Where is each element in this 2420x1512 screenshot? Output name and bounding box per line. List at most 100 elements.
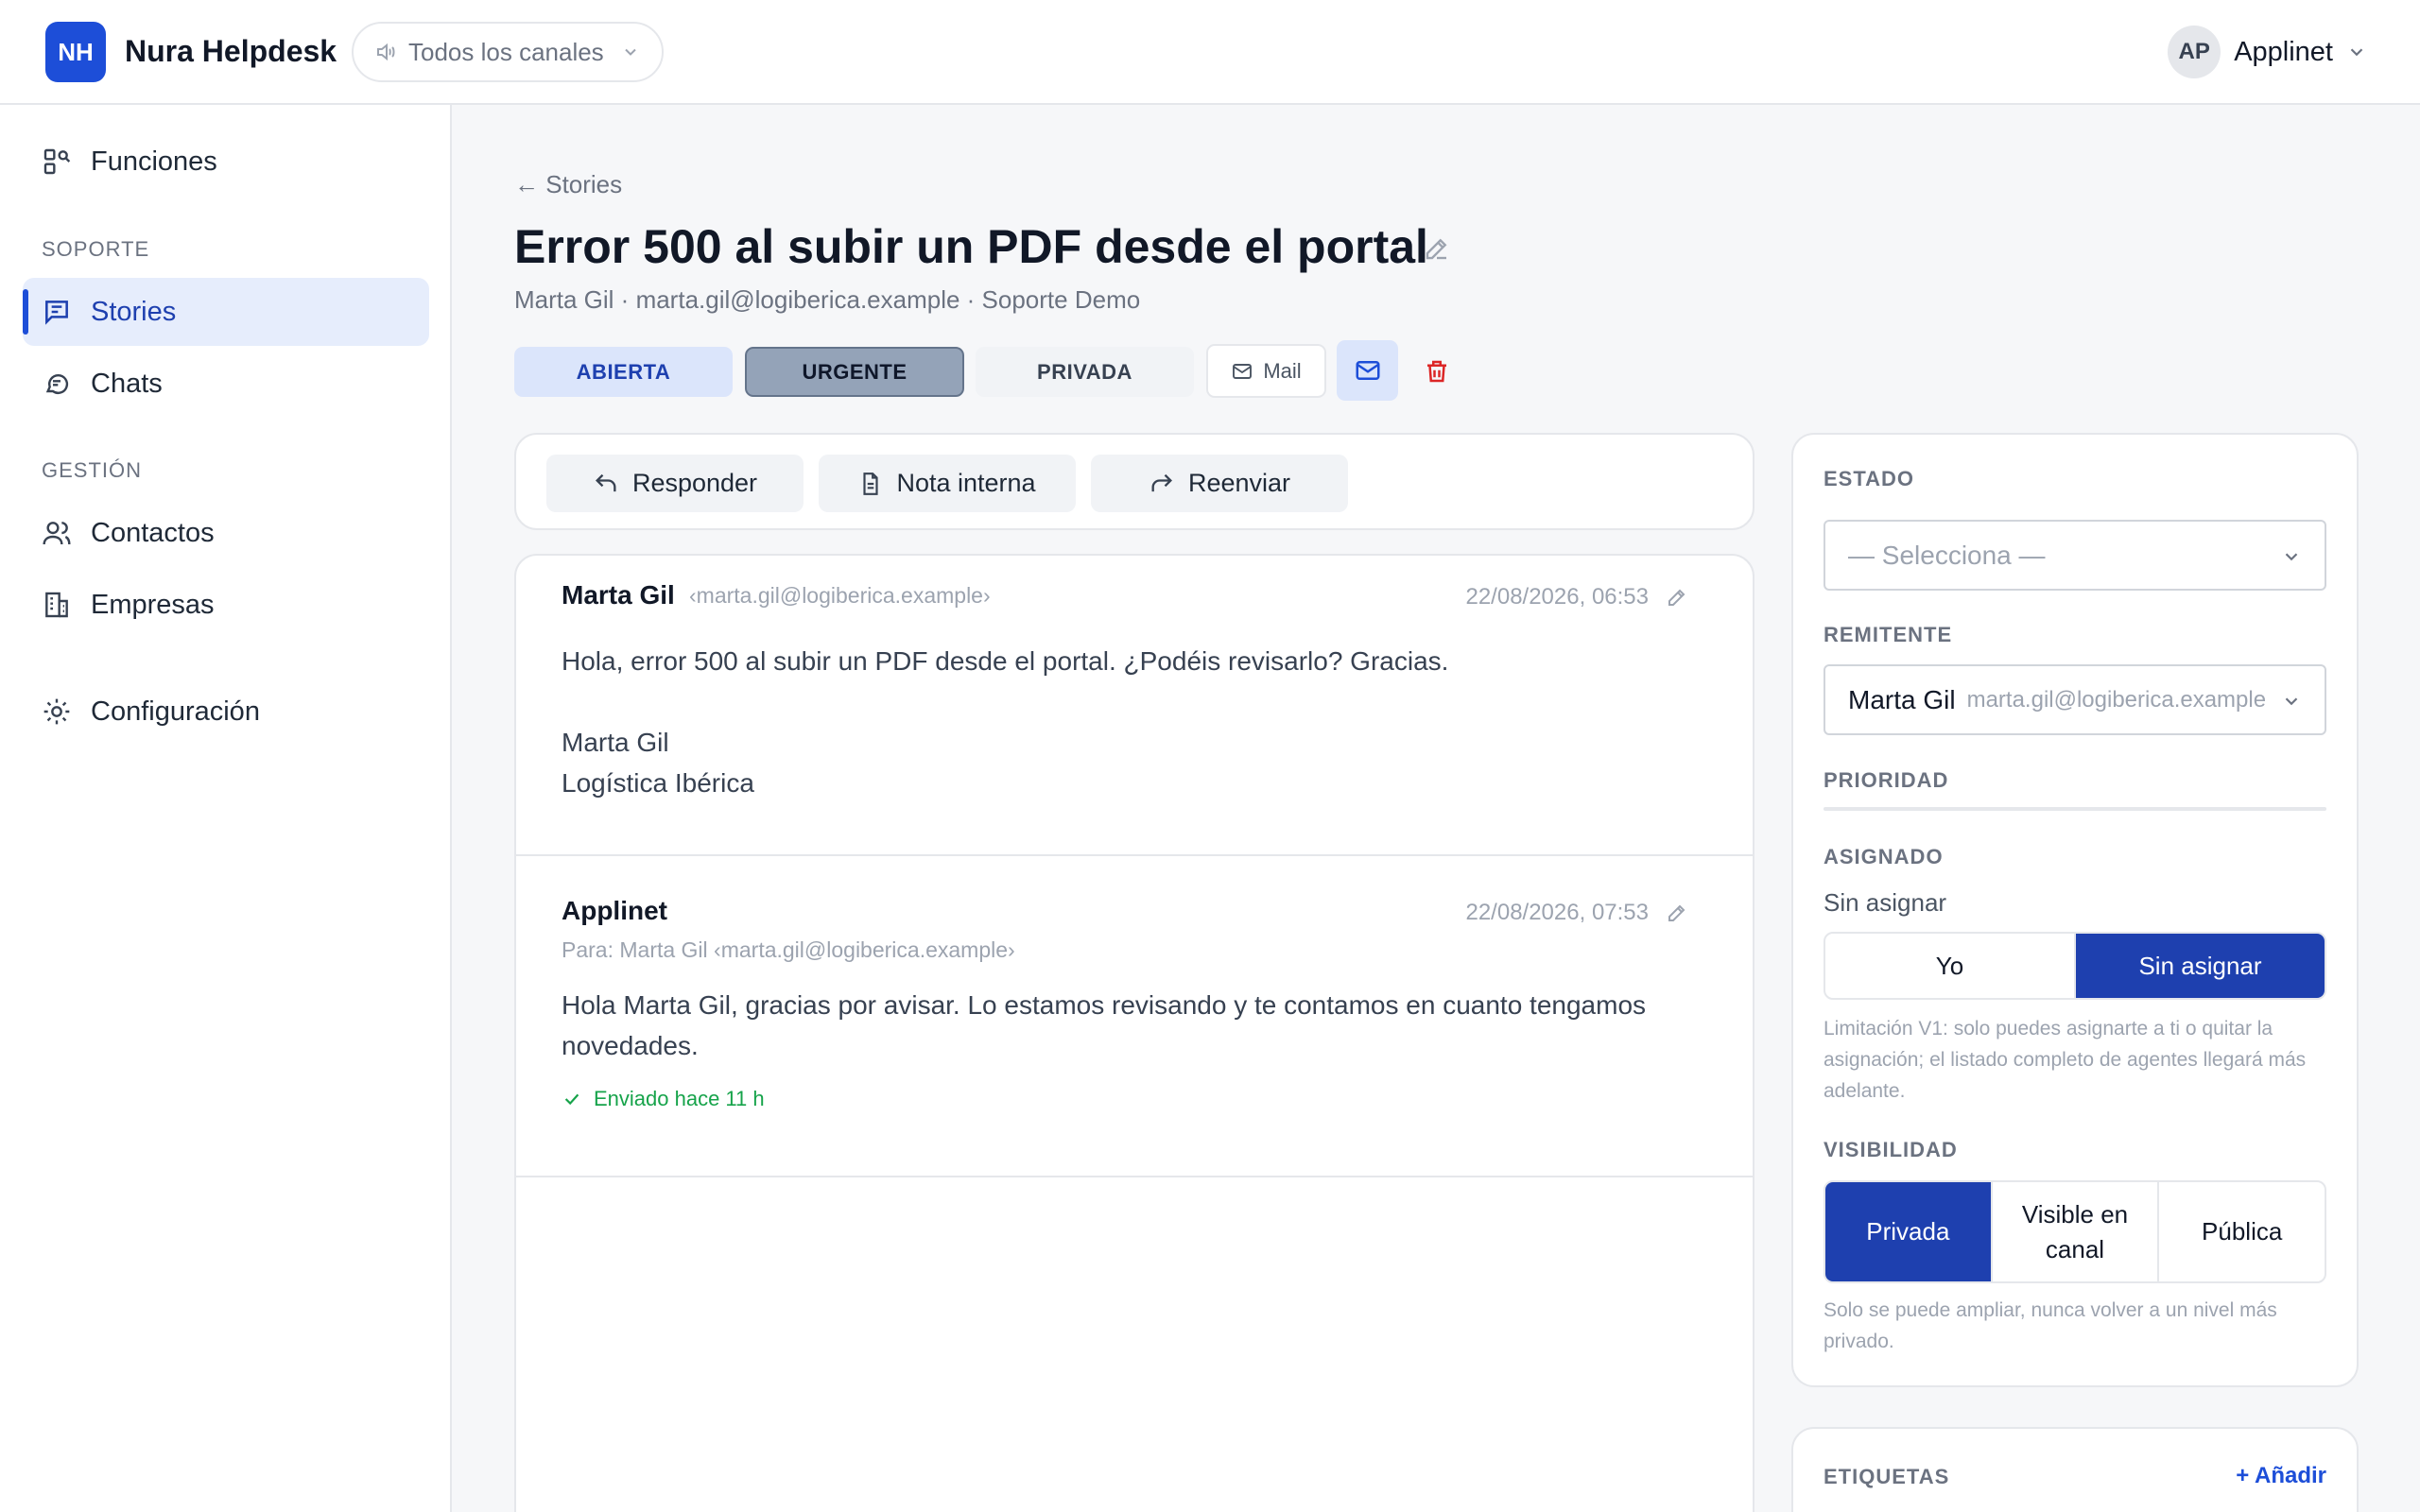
message-line: novedades. xyxy=(562,1031,699,1060)
asignado-help: Limitación V1: solo puedes asignarte a t… xyxy=(1824,1018,2307,1102)
priority-badge-urgente[interactable]: URGENTE xyxy=(745,347,964,397)
sidebar-item-empresas[interactable]: Empresas xyxy=(23,571,429,639)
email-action-button[interactable] xyxy=(1337,340,1398,401)
estado-label: ESTADO xyxy=(1824,467,1915,490)
etiquetas-label: ETIQUETAS xyxy=(1824,1465,1950,1488)
add-tag-button[interactable]: + Añadir xyxy=(2236,1463,2326,1489)
message-body: Hola Marta Gil, gracias por avisar. Lo e… xyxy=(562,985,1646,1066)
message-item: Applinet Para: Marta Gil ‹marta.gil@logi… xyxy=(516,856,1753,1177)
message-line: Hola Marta Gil, gracias por avisar. Lo e… xyxy=(562,990,1647,1020)
assign-option-yo[interactable]: Yo xyxy=(1825,934,2074,998)
prioridad-label: PRIORIDAD xyxy=(1824,768,1949,792)
estado-placeholder: — Selecciona — xyxy=(1848,540,2046,570)
chat-bubbles-icon xyxy=(42,369,72,399)
user-name: Applinet xyxy=(2234,36,2333,67)
message-line: Marta Gil xyxy=(562,728,669,757)
channel-filter-label: Todos los canales xyxy=(408,37,604,66)
sidebar-item-label: Funciones xyxy=(91,146,217,177)
app-logo[interactable]: NH xyxy=(45,22,106,82)
speaker-icon xyxy=(374,41,397,63)
mail-icon xyxy=(1231,360,1253,383)
pencil-icon[interactable] xyxy=(1666,586,1688,609)
internal-note-button[interactable]: Nota interna xyxy=(819,455,1076,512)
visibilidad-help: Solo se puede ampliar, nunca volver a un… xyxy=(1824,1299,2277,1352)
sidebar-item-label: Contactos xyxy=(91,517,215,548)
app-name: Nura Helpdesk xyxy=(125,34,337,68)
visibility-option-publica[interactable]: Pública xyxy=(2157,1182,2325,1281)
sidebar-item-configuracion[interactable]: Configuración xyxy=(23,678,429,746)
reply-icon xyxy=(593,471,619,497)
message-date: 22/08/2026, 06:53 xyxy=(1465,584,1649,610)
message-recipient: Para: Marta Gil ‹marta.gil@logiberica.ex… xyxy=(562,937,1015,962)
top-bar: NH Nura Helpdesk Todos los canales AP Ap… xyxy=(0,0,2420,105)
sidebar-item-chats[interactable]: Chats xyxy=(23,350,429,418)
prioridad-bar[interactable] xyxy=(1824,807,2326,811)
sidebar-item-label: Configuración xyxy=(91,696,260,727)
ticket-subtitle: Marta Gil · marta.gil@logiberica.example… xyxy=(514,285,1141,314)
pencil-icon[interactable] xyxy=(1423,234,1451,263)
remitente-name: Marta Gil xyxy=(1848,684,1956,714)
remitente-select[interactable]: Marta Gil marta.gil@logiberica.example xyxy=(1824,664,2326,735)
sidebar-item-contactos[interactable]: Contactos xyxy=(23,499,429,567)
features-icon xyxy=(42,146,72,177)
reply-actions-card: Responder Nota interna Reenviar xyxy=(514,433,1754,530)
chevron-down-icon xyxy=(621,43,640,61)
chevron-down-icon xyxy=(2281,691,2302,712)
visibility-badge-privada[interactable]: PRIVADA xyxy=(976,347,1194,397)
asignado-toggle: Yo Sin asignar xyxy=(1824,932,2326,1000)
section-label-gestion: GESTIÓN xyxy=(42,458,143,482)
sidebar-item-label: Stories xyxy=(91,296,177,327)
back-link[interactable]: ← Stories xyxy=(514,170,622,199)
pencil-icon[interactable] xyxy=(1666,902,1688,924)
sidebar-item-funciones[interactable]: Funciones xyxy=(23,128,429,196)
visibilidad-label: VISIBILIDAD xyxy=(1824,1138,1958,1161)
message-thread: Marta Gil ‹marta.gil@logiberica.example›… xyxy=(514,554,1754,1512)
message-item: Marta Gil ‹marta.gil@logiberica.example›… xyxy=(516,556,1753,856)
remitente-label: REMITENTE xyxy=(1824,623,1953,646)
gear-icon xyxy=(42,696,72,727)
check-icon xyxy=(562,1089,582,1109)
message-line: Logística Ibérica xyxy=(562,768,754,798)
asignado-label: ASIGNADO xyxy=(1824,845,1944,868)
estado-select[interactable]: — Selecciona — xyxy=(1824,520,2326,591)
building-icon xyxy=(42,590,72,620)
chevron-down-icon xyxy=(2281,546,2302,567)
message-sender: Marta Gil xyxy=(562,580,675,610)
status-badge-abierta[interactable]: ABIERTA xyxy=(514,347,733,397)
channel-filter-dropdown[interactable]: Todos los canales xyxy=(352,22,664,82)
message-body: Hola, error 500 al subir un PDF desde el… xyxy=(562,641,1448,803)
message-square-icon xyxy=(42,297,72,327)
internal-note-label: Nota interna xyxy=(896,469,1036,497)
chevron-down-icon xyxy=(2346,42,2367,62)
mail-label: Mail xyxy=(1263,358,1302,383)
mail-icon xyxy=(1354,356,1382,385)
sidebar-item-label: Empresas xyxy=(91,589,215,620)
sent-status-label: Enviado hace 11 h xyxy=(594,1087,765,1110)
visibilidad-toggle: Privada Visible en canal Pública xyxy=(1824,1180,2326,1283)
forward-button[interactable]: Reenviar xyxy=(1091,455,1348,512)
forward-icon xyxy=(1149,471,1175,497)
page-title: Error 500 al subir un PDF desde el porta… xyxy=(514,220,1428,273)
sidebar-item-label: Chats xyxy=(91,368,163,399)
reply-button[interactable]: Responder xyxy=(546,455,804,512)
message-line: Hola, error 500 al subir un PDF desde el… xyxy=(562,646,1449,676)
visibility-option-privada[interactable]: Privada xyxy=(1825,1182,1991,1281)
ticket-details-panel: ESTADO — Selecciona — REMITENTE Marta Gi… xyxy=(1791,433,2359,1387)
assign-option-sin-asignar[interactable]: Sin asignar xyxy=(2074,934,2325,998)
users-icon xyxy=(42,518,72,548)
visibility-option-visible-en-canal[interactable]: Visible en canal xyxy=(1990,1182,2158,1281)
trash-icon[interactable] xyxy=(1423,357,1451,386)
reply-label: Responder xyxy=(631,469,758,497)
sent-status: Enviado hace 11 h xyxy=(562,1087,765,1111)
asignado-value: Sin asignar xyxy=(1824,888,1947,917)
document-icon xyxy=(858,472,883,496)
message-line-blank xyxy=(562,681,1448,722)
mail-channel-badge[interactable]: Mail xyxy=(1206,344,1326,398)
etiquetas-panel: ETIQUETAS + Añadir xyxy=(1791,1427,2359,1512)
message-date: 22/08/2026, 07:53 xyxy=(1465,900,1649,925)
section-label-soporte: SOPORTE xyxy=(42,237,150,261)
remitente-email: marta.gil@logiberica.example xyxy=(1966,686,2267,713)
sidebar-item-stories[interactable]: Stories xyxy=(23,278,429,346)
user-menu[interactable]: AP Applinet xyxy=(2168,26,2367,78)
message-sender-email: ‹marta.gil@logiberica.example› xyxy=(689,583,991,608)
